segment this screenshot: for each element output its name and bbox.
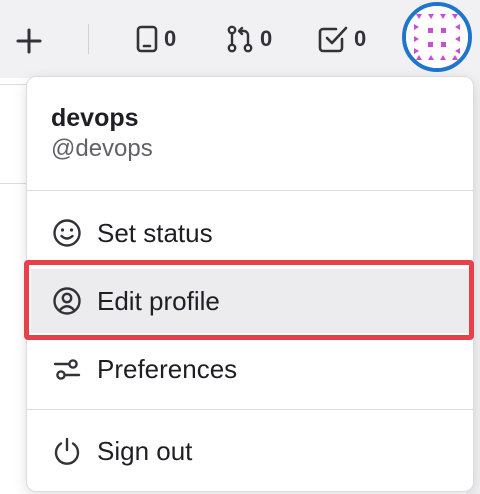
plus-icon: [16, 28, 42, 54]
preferences-label: Preferences: [97, 353, 238, 384]
todos-counter-button[interactable]: 0: [318, 24, 366, 54]
issues-counter-button[interactable]: 0: [136, 24, 176, 54]
menu-separator: [27, 190, 473, 191]
create-new-button[interactable]: [14, 26, 44, 56]
menu-separator: [27, 409, 473, 410]
user-info[interactable]: devops @devops: [51, 103, 153, 164]
sign-out-menu-item[interactable]: Sign out: [31, 419, 471, 483]
preferences-icon: [53, 359, 81, 380]
topbar-divider: [88, 24, 89, 54]
todo-check-icon: [318, 26, 348, 53]
avatar-identicon: [406, 6, 468, 68]
issues-count: 0: [164, 26, 177, 51]
issues-icon: [136, 25, 158, 53]
merge-requests-counter-button[interactable]: 0: [226, 24, 272, 54]
merge-requests-count: 0: [260, 26, 273, 51]
set-status-menu-item[interactable]: Set status: [31, 201, 471, 265]
top-bar: 0 0 0: [0, 0, 480, 78]
preferences-menu-item[interactable]: Preferences: [31, 337, 471, 401]
power-icon: [54, 437, 80, 465]
user-handle: @devops: [51, 135, 153, 162]
edit-profile-label: Edit profile: [97, 285, 220, 316]
user-circle-icon: [53, 287, 81, 315]
smiley-icon: [53, 219, 81, 247]
edit-profile-menu-item[interactable]: Edit profile: [31, 269, 471, 333]
user-menu-dropdown: devops @devops Set status Edit profile P…: [26, 76, 474, 492]
user-display-name: devops: [51, 104, 139, 132]
user-avatar-button[interactable]: [402, 2, 472, 72]
sign-out-label: Sign out: [97, 435, 193, 466]
merge-request-icon: [227, 25, 253, 53]
set-status-label: Set status: [97, 217, 213, 248]
todos-count: 0: [354, 26, 367, 51]
